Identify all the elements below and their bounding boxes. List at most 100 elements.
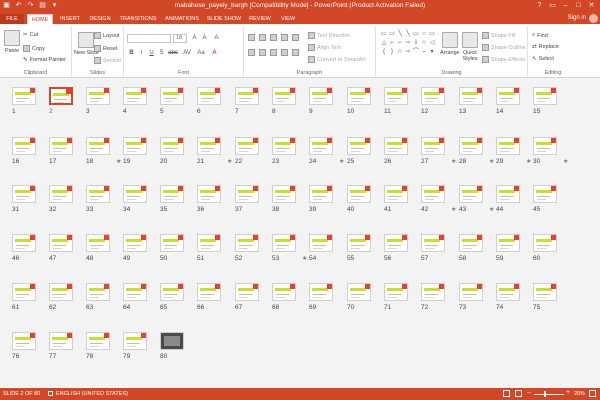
slide-preview[interactable]: [12, 283, 36, 301]
format-painter-button[interactable]: ✎ Format Painter: [23, 57, 66, 63]
animation-star-icon[interactable]: ★: [339, 158, 344, 165]
slide-preview[interactable]: [272, 185, 296, 203]
justify-icon[interactable]: [281, 49, 288, 56]
shape-fill-button[interactable]: Shape Fill: [482, 32, 515, 39]
slide-preview[interactable]: [421, 234, 445, 252]
slide-preview[interactable]: [235, 185, 259, 203]
slide-preview[interactable]: [421, 185, 445, 203]
shape-gallery-item[interactable]: ☆: [396, 48, 404, 57]
slide-preview[interactable]: [309, 283, 333, 301]
slide-preview[interactable]: [197, 87, 221, 105]
close-button[interactable]: ✕: [585, 0, 598, 12]
slide-preview[interactable]: [160, 185, 184, 203]
slide-preview[interactable]: [86, 185, 110, 203]
shape-gallery-item[interactable]: ╲: [396, 30, 404, 39]
animation-star-icon[interactable]: ★: [451, 158, 456, 165]
shape-gallery-item[interactable]: ⌐: [388, 39, 396, 48]
align-text-button[interactable]: Align Text: [308, 44, 341, 51]
find-button[interactable]: ⌕ Find: [532, 32, 548, 39]
shape-gallery-item[interactable]: ▭: [380, 30, 388, 39]
animation-star-icon[interactable]: ★: [451, 206, 456, 213]
shape-gallery-item[interactable]: △: [380, 39, 388, 48]
copy-button[interactable]: Copy: [23, 45, 45, 52]
slide-preview[interactable]: [49, 137, 73, 155]
slide-preview[interactable]: [272, 234, 296, 252]
tab-design[interactable]: DESIGN: [86, 14, 114, 24]
slide-preview[interactable]: [421, 87, 445, 105]
quick-styles-button[interactable]: Quick Styles: [460, 32, 480, 62]
animation-star-icon[interactable]: ★: [526, 158, 531, 165]
character-spacing-button[interactable]: AV: [181, 49, 193, 58]
line-spacing-icon[interactable]: [292, 34, 299, 41]
slide-preview[interactable]: [123, 137, 147, 155]
slide-preview[interactable]: [384, 137, 408, 155]
slide-preview[interactable]: [49, 234, 73, 252]
slide-sorter[interactable]: 1 2 3 4 5 6 7 8 9 10 11 12 13 14 15 16 17 18 ★ 19 20 21 ★ 22 23 2…: [0, 78, 600, 388]
arrange-button[interactable]: Arrange: [440, 32, 460, 56]
shape-gallery-item[interactable]: ▾: [428, 48, 436, 57]
slide-preview[interactable]: [235, 283, 259, 301]
slide-preview[interactable]: [272, 87, 296, 105]
avatar[interactable]: [589, 14, 598, 23]
slide-preview[interactable]: [197, 234, 221, 252]
fit-to-window-button[interactable]: [589, 390, 596, 397]
maximize-button[interactable]: □: [572, 0, 585, 12]
slide-preview[interactable]: [533, 137, 557, 155]
shape-gallery-item[interactable]: {: [380, 48, 388, 57]
sign-in-link[interactable]: Sign in: [568, 15, 586, 21]
tab-review[interactable]: REVIEW: [246, 14, 274, 24]
tab-file[interactable]: FILE: [0, 14, 24, 24]
spelling-icon[interactable]: [48, 391, 53, 396]
slide-preview[interactable]: [459, 283, 483, 301]
shape-gallery-item[interactable]: ○: [420, 30, 428, 39]
shape-effects-button[interactable]: Shape Effects: [482, 56, 525, 63]
slide-preview[interactable]: [459, 185, 483, 203]
slide-preview[interactable]: [12, 234, 36, 252]
slide-preview[interactable]: [86, 283, 110, 301]
slide-preview[interactable]: [496, 283, 520, 301]
shape-gallery-item[interactable]: ╲: [404, 30, 412, 39]
shape-gallery-item[interactable]: ▭: [428, 30, 436, 39]
font-name-combo[interactable]: [127, 34, 171, 43]
strikethrough-button[interactable]: abc: [167, 49, 179, 58]
slide-preview[interactable]: [12, 87, 36, 105]
slide-preview[interactable]: [160, 87, 184, 105]
tab-animations[interactable]: ANIMATIONS: [162, 14, 202, 24]
slide-preview[interactable]: [160, 137, 184, 155]
zoom-out-button[interactable]: –: [527, 389, 531, 396]
slide-preview[interactable]: [12, 332, 36, 350]
animation-star-icon[interactable]: ★: [489, 158, 494, 165]
slide-preview[interactable]: [459, 137, 483, 155]
zoom-slider-handle[interactable]: [544, 391, 546, 397]
slide-preview[interactable]: [197, 283, 221, 301]
slide-preview[interactable]: [235, 87, 259, 105]
shape-gallery-item[interactable]: }: [388, 48, 396, 57]
ribbon-display-button[interactable]: ▭: [546, 0, 559, 12]
slide-preview[interactable]: [160, 234, 184, 252]
slide-preview[interactable]: [123, 185, 147, 203]
slide-preview[interactable]: [421, 283, 445, 301]
slide-preview[interactable]: [86, 87, 110, 105]
align-left-icon[interactable]: [248, 49, 255, 56]
slide-preview[interactable]: [347, 137, 371, 155]
slide-preview[interactable]: [309, 185, 333, 203]
slide-preview[interactable]: [496, 137, 520, 155]
paste-button[interactable]: Paste: [4, 30, 20, 54]
zoom-in-button[interactable]: +: [566, 389, 570, 396]
slide-preview[interactable]: [49, 87, 73, 105]
slide-preview[interactable]: [12, 137, 36, 155]
slide-preview[interactable]: [384, 283, 408, 301]
slide-preview[interactable]: [86, 137, 110, 155]
tab-transitions[interactable]: TRANSITIONS: [117, 14, 159, 24]
slide-preview[interactable]: [123, 234, 147, 252]
slide-preview[interactable]: [384, 185, 408, 203]
slide-preview[interactable]: [459, 87, 483, 105]
shape-gallery-item[interactable]: ☆: [420, 39, 428, 48]
animation-star-icon[interactable]: ★: [489, 206, 494, 213]
italic-button[interactable]: I: [137, 49, 146, 58]
shape-gallery-item[interactable]: ⇨: [404, 48, 412, 57]
slide-preview[interactable]: [347, 234, 371, 252]
animation-star-icon[interactable]: ★: [116, 158, 121, 165]
tab-insert[interactable]: INSERT: [57, 14, 83, 24]
slide-preview[interactable]: [12, 185, 36, 203]
